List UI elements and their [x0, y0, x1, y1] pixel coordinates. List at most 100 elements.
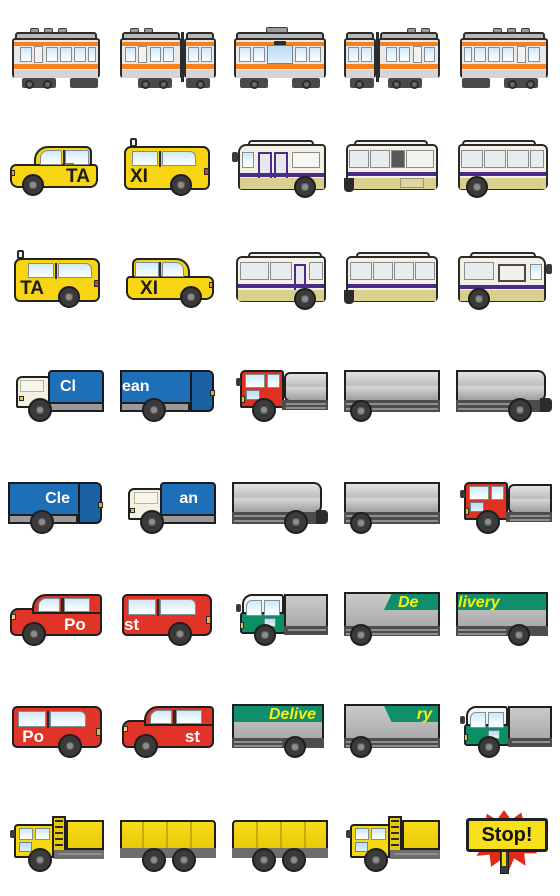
sticker-cell-taxi-sedan-front-half-left[interactable]: XI: [112, 224, 224, 336]
sticker-cell-stop-sign[interactable]: Stop!: [448, 784, 560, 896]
sticker-cell-garbage-truck-cab-right[interactable]: Cl: [0, 336, 112, 448]
sticker-cell-taxi-van-rear-half[interactable]: XI: [112, 112, 224, 224]
sticker-cell-dump-truck-bed-right[interactable]: [112, 784, 224, 896]
train-bogie: [462, 78, 490, 88]
sticker-cell-tanker-tank-middle-left[interactable]: [336, 448, 448, 560]
sticker-cell-delivery-truck-rear-left[interactable]: Delive: [224, 672, 336, 784]
sticker-cell-garbage-truck-cab-left[interactable]: an: [112, 448, 224, 560]
tanker-mirror: [236, 378, 241, 386]
sticker-cell-train-car-rear[interactable]: [0, 0, 112, 112]
sticker-cell-delivery-truck-body-right[interactable]: De: [336, 560, 448, 672]
sticker-cell-train-car-front[interactable]: [448, 0, 560, 112]
tanker-tank-rear-art: [456, 356, 552, 428]
train-window: [502, 47, 514, 62]
sticker-cell-train-car-middle[interactable]: [224, 0, 336, 112]
train-window: [125, 47, 136, 62]
delivery-text-delive: Delive: [268, 706, 316, 723]
dump-chassis: [232, 848, 328, 858]
train-ac-unit-icon: [30, 28, 39, 33]
sticker-cell-post-van-rear-left[interactable]: Po: [0, 672, 112, 784]
bus-stripe: [460, 285, 544, 289]
garbage-truck-cab-left-art: an: [120, 468, 216, 540]
post-van-window: [176, 710, 202, 724]
sticker-cell-delivery-truck-body-left[interactable]: ry: [336, 672, 448, 784]
sticker-cell-delivery-truck-rear-right[interactable]: livery: [448, 560, 560, 672]
taxi-door-handle: [66, 163, 74, 165]
sticker-cell-dump-truck-cab-left[interactable]: [336, 784, 448, 896]
taxi-rear-window: [162, 151, 196, 166]
sticker-cell-garbage-truck-body-left[interactable]: Cle: [0, 448, 112, 560]
dump-bed-rib: [280, 822, 282, 848]
post-van-wheel: [134, 734, 158, 758]
train-stripe-upper: [380, 42, 438, 46]
post-van-tail-light: [96, 728, 101, 736]
sticker-cell-post-van-front-right[interactable]: Po: [0, 560, 112, 672]
garbage-wheel: [28, 398, 52, 422]
bus-mirror: [546, 264, 552, 274]
post-van-front-left-art: st: [120, 692, 216, 764]
train-stripe-upper: [346, 42, 374, 46]
train-window: [46, 47, 58, 62]
sticker-cell-tanker-tank-rear[interactable]: [448, 336, 560, 448]
bus-rear-left-art: [232, 244, 328, 316]
garbage-chassis: [160, 514, 216, 524]
taxi-rear-window: [58, 263, 92, 278]
sticker-cell-bus-rear-left[interactable]: [224, 224, 336, 336]
train-stripe-lower: [14, 64, 98, 69]
post-text-st: st: [124, 615, 140, 634]
train-stripe-upper: [462, 42, 546, 46]
sticker-cell-bus-front[interactable]: [224, 112, 336, 224]
sticker-cell-taxi-sedan-front-half[interactable]: TA: [0, 112, 112, 224]
delivery-headlight: [240, 622, 244, 629]
dump-lower-window: [355, 842, 368, 852]
post-van-headlight: [123, 726, 128, 732]
sticker-cell-tanker-cab-red-left[interactable]: [448, 448, 560, 560]
stop-sign-art: Stop!: [456, 804, 552, 876]
sticker-cell-dump-truck-bed-left[interactable]: [224, 784, 336, 896]
tanker-rail: [510, 515, 550, 517]
delivery-windshield: [470, 712, 486, 728]
bus-rear-art: [456, 132, 552, 204]
dump-mirror: [10, 830, 15, 838]
taxi-text-xi: XI: [140, 278, 158, 299]
sticker-cell-dump-truck-cab-right[interactable]: [0, 784, 112, 896]
bus-window: [309, 262, 323, 280]
sticker-cell-garbage-truck-body-right[interactable]: ean: [112, 336, 224, 448]
train-destination-sign: [274, 41, 286, 45]
delivery-text-ry: ry: [416, 706, 432, 723]
bus-window: [484, 150, 506, 168]
delivery-mirror: [460, 716, 465, 724]
train-axle: [196, 80, 205, 89]
sticker-cell-delivery-truck-cab-right[interactable]: [224, 560, 336, 672]
tanker-wheel: [350, 512, 372, 534]
post-van-window: [128, 599, 156, 615]
bus-middle-art: [344, 132, 440, 204]
sticker-cell-post-van-rear-right[interactable]: st: [112, 560, 224, 672]
post-van-rear-left-art: Po: [8, 692, 104, 764]
post-van-rear-window: [160, 599, 196, 615]
dump-ladder-rung: [391, 832, 399, 834]
taxi-tail-light: [94, 280, 99, 287]
dump-rail: [394, 853, 438, 855]
sticker-cell-train-car-coupled[interactable]: [112, 0, 224, 112]
sticker-cell-bus-rear[interactable]: [448, 112, 560, 224]
sticker-cell-bus-middle[interactable]: [336, 112, 448, 224]
garbage-text-cle: Cle: [45, 490, 70, 507]
train-ac-unit-icon: [421, 28, 430, 33]
sticker-cell-bus-front-left[interactable]: [448, 224, 560, 336]
sticker-cell-post-van-front-left[interactable]: st: [112, 672, 224, 784]
sticker-cell-bus-middle-left[interactable]: [336, 224, 448, 336]
stop-sign-plate: Stop!: [466, 818, 548, 852]
train-window: [253, 47, 265, 62]
bus-wheel: [468, 288, 490, 310]
sticker-cell-tanker-cab-red-right[interactable]: [224, 336, 336, 448]
dump-truck-cab-left-art: [344, 804, 440, 876]
sticker-cell-delivery-truck-cab-left[interactable]: [448, 672, 560, 784]
sticker-cell-tanker-tank-middle[interactable]: [336, 336, 448, 448]
sticker-cell-taxi-van-rear-half-left[interactable]: TA: [0, 224, 112, 336]
sticker-cell-train-car-coupled-2[interactable]: [336, 0, 448, 112]
sticker-cell-tanker-tank-rear-left[interactable]: [224, 448, 336, 560]
bus-stripe: [460, 172, 546, 176]
dump-ladder-rung: [391, 826, 399, 828]
train-ac-unit-icon: [130, 28, 139, 33]
